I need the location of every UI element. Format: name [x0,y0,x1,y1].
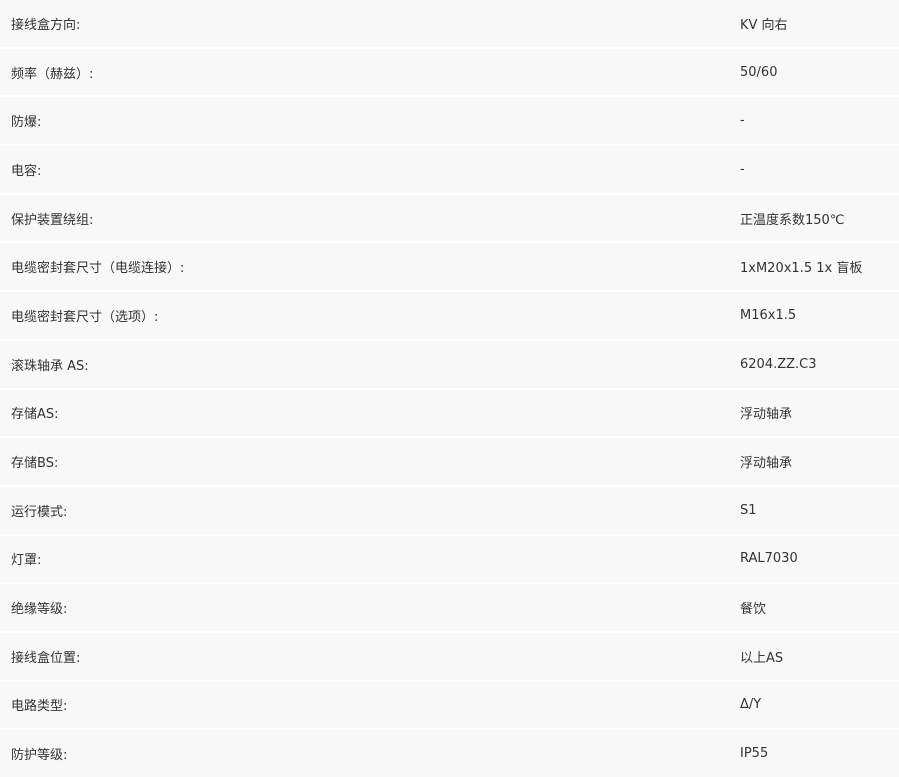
spec-row-storage-as: 存储AS: 浮动轴承 [0,389,899,437]
spec-row-ball-bearing-as: 滚珠轴承 AS: 6204.ZZ.C3 [0,340,899,388]
spec-row-protection-class: 防护等级: IP55 [0,730,899,777]
spec-row-capacitor: 电容: - [0,146,899,193]
spec-value: M16x1.5 [740,307,797,323]
spec-label: 存储AS: [11,407,59,423]
spec-value: - [740,161,745,177]
spec-label: 灯罩: [11,553,42,569]
spec-label: 防爆: [11,115,42,131]
spec-label: 接线盒位置: [11,650,81,666]
spec-row-operating-mode: 运行模式: S1 [0,486,899,534]
spec-row-storage-bs: 存储BS: 浮动轴承 [0,438,899,485]
spec-value: 餐饮 [740,602,767,618]
spec-row-housing-color: 灯罩: RAL7030 [0,535,899,583]
spec-label: 频率（赫兹）: [11,66,94,82]
spec-row-winding-protection: 保护装置绕组: 正温度系数150℃ [0,194,899,242]
spec-value: Δ/Y [740,697,762,713]
spec-value: 1xM20x1.5 1x 盲板 [740,261,863,277]
spec-label: 防护等级: [11,748,68,764]
spec-value: 浮动轴承 [740,407,793,423]
spec-value: 浮动轴承 [740,456,793,472]
spec-label: 滚珠轴承 AS: [11,358,89,374]
spec-value: 以上AS [740,650,784,666]
spec-value: RAL7030 [740,551,798,567]
spec-row-insulation-class: 绝缘等级: 餐饮 [0,584,899,631]
spec-label: 存储BS: [11,456,59,472]
spec-row-circuit-type: 电路类型: Δ/Y [0,681,899,729]
spec-row-cable-gland-option: 电缆密封套尺寸（选项）: M16x1.5 [0,292,899,339]
spec-row-junction-box-direction: 接线盒方向: KV 向右 [0,0,899,47]
spec-row-explosion-proof: 防爆: - [0,97,899,145]
spec-label: 接线盒方向: [11,17,81,33]
spec-row-junction-box-position: 接线盒位置: 以上AS [0,632,899,680]
spec-value: - [740,113,745,129]
spec-value: 正温度系数150℃ [740,212,845,228]
spec-label: 保护装置绕组: [11,212,94,228]
spec-row-frequency: 频率（赫兹）: 50/60 [0,48,899,96]
spec-label: 绝缘等级: [11,602,68,618]
spec-value: 50/60 [740,64,778,80]
spec-value: IP55 [740,746,769,762]
spec-label: 电容: [11,163,42,179]
spec-label: 电路类型: [11,699,68,715]
spec-table: 接线盒方向: KV 向右 频率（赫兹）: 50/60 防爆: - 电容: - 保… [0,0,899,777]
spec-label: 运行模式: [11,504,68,520]
spec-label: 电缆密封套尺寸（电缆连接）: [11,261,185,277]
spec-value: KV 向右 [740,17,788,33]
spec-value: S1 [740,502,757,518]
spec-row-cable-gland-connection: 电缆密封套尺寸（电缆连接）: 1xM20x1.5 1x 盲板 [0,243,899,291]
spec-label: 电缆密封套尺寸（选项）: [11,309,159,325]
spec-value: 6204.ZZ.C3 [740,356,817,372]
